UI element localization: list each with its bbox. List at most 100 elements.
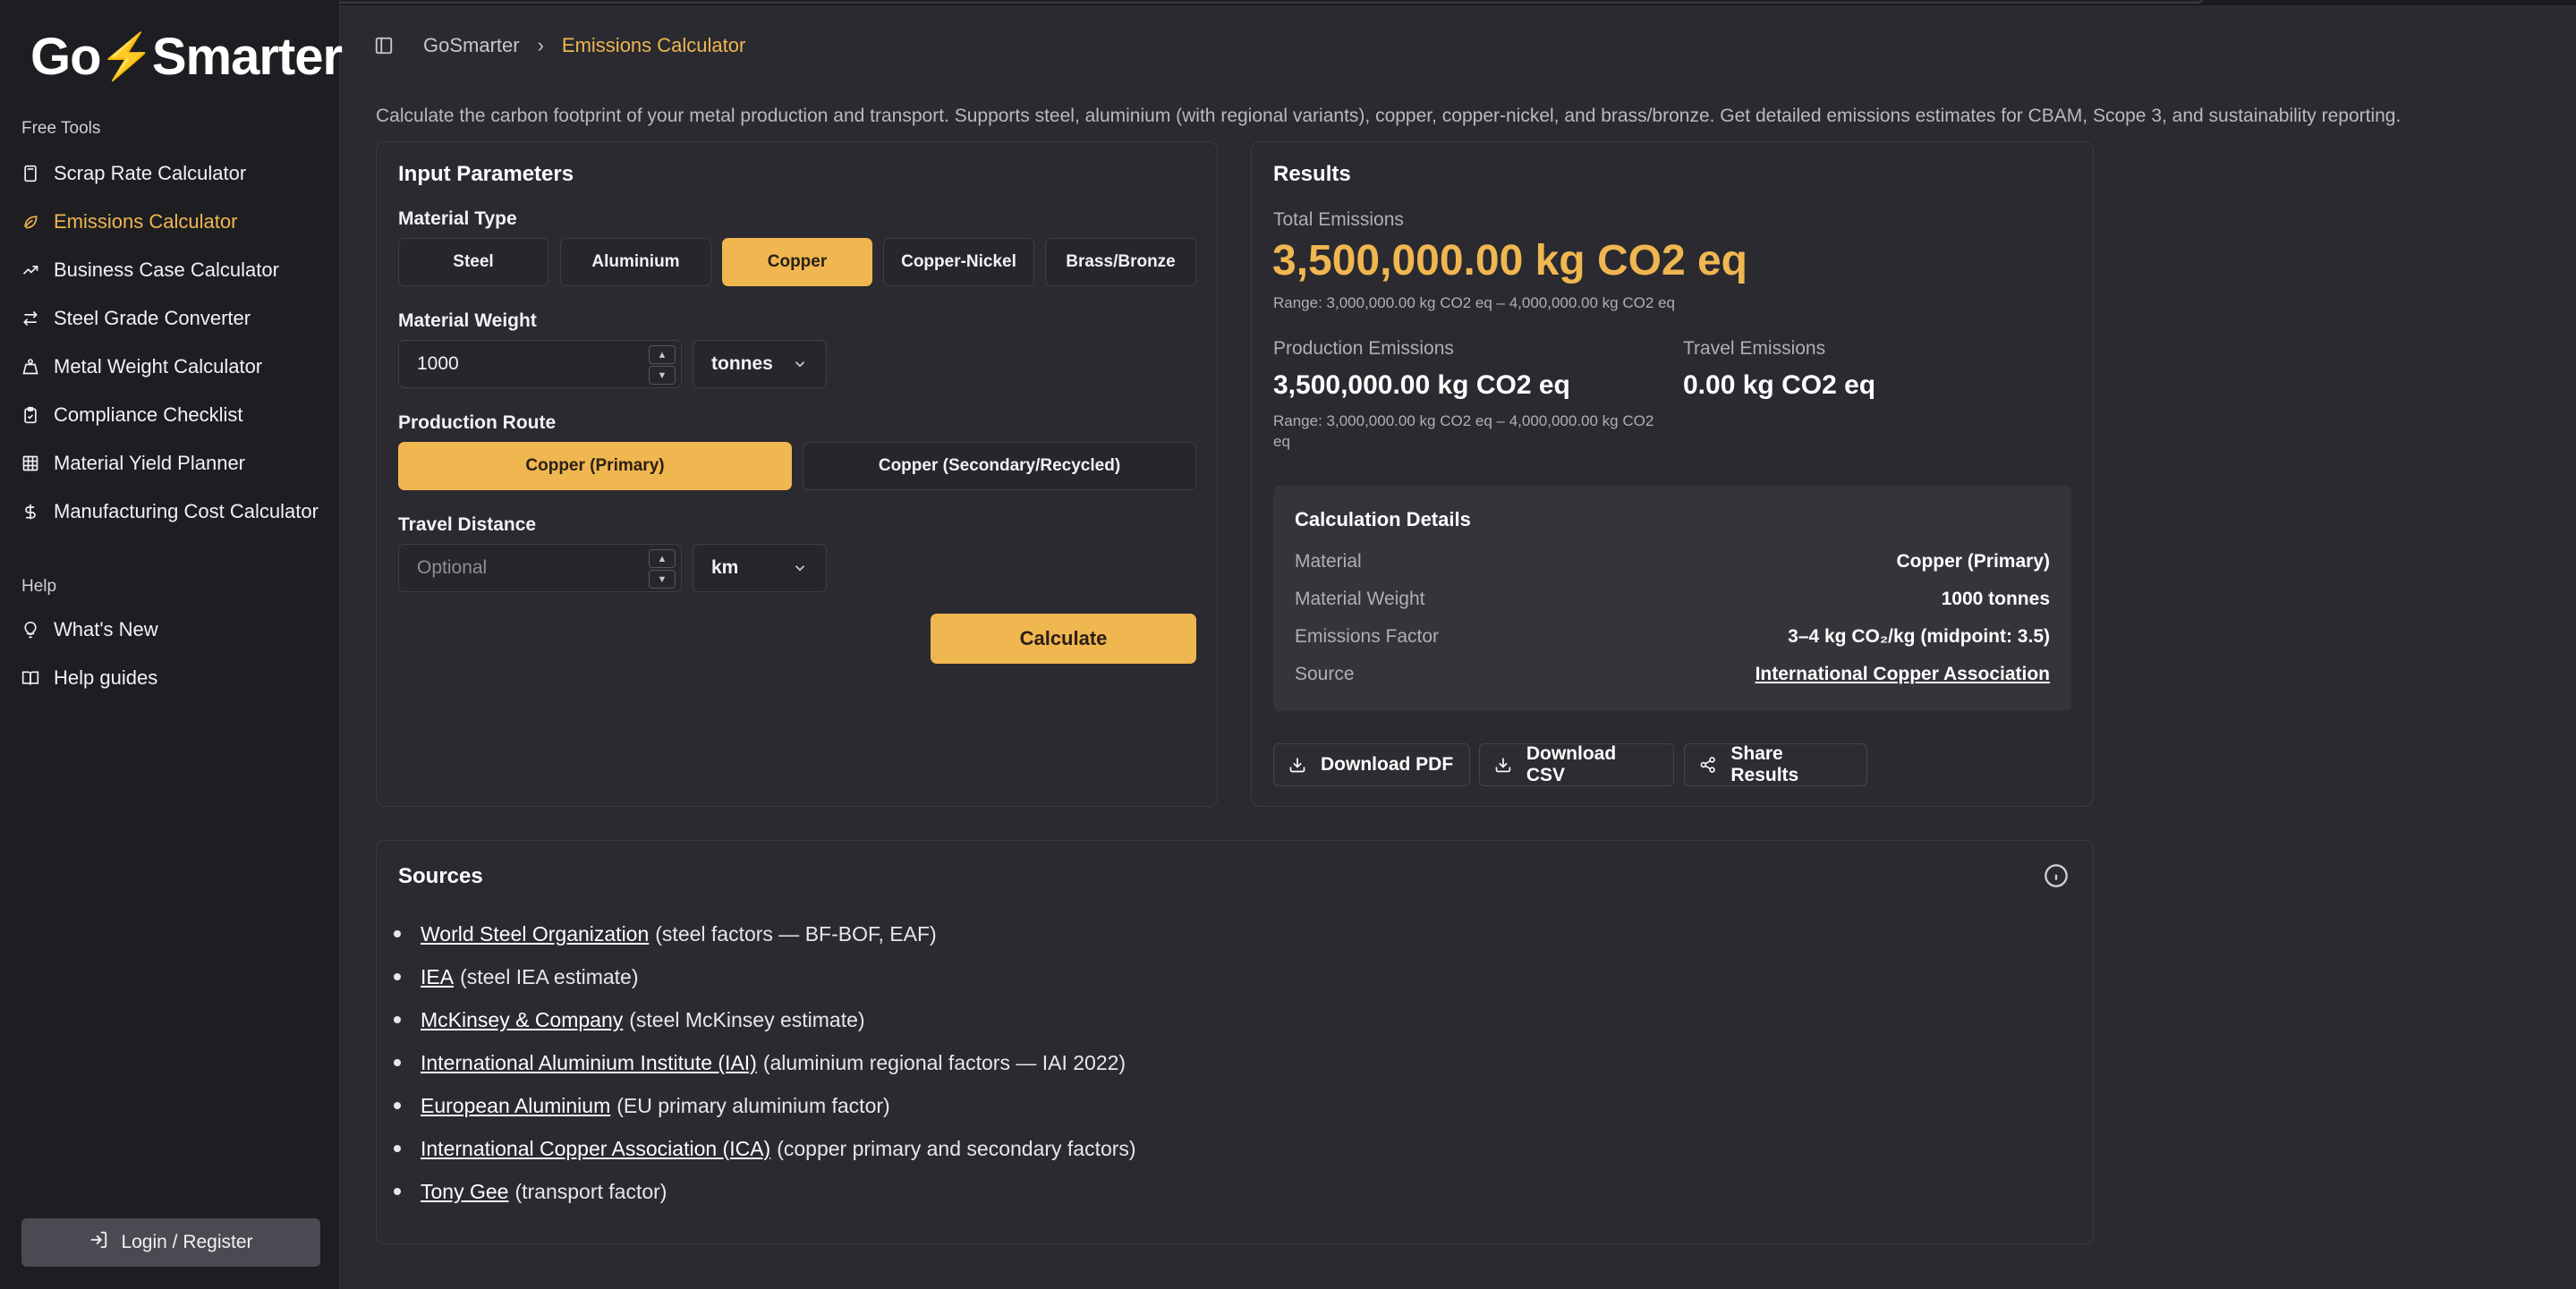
source-link[interactable]: World Steel Organization [421,922,649,946]
chevron-up-icon[interactable]: ▲ [649,345,676,364]
material-type-label: Material Type [398,208,517,229]
sidebar-toggle-icon[interactable] [374,36,394,55]
sources-title: Sources [398,864,483,888]
share-results-button[interactable]: Share Results [1684,743,1867,786]
distance-stepper[interactable]: ▲ ▼ [649,549,676,589]
sidebar-item-whats-new[interactable]: What's New [21,610,322,649]
detail-key: Emissions Factor [1295,626,1440,647]
calculator-icon [21,165,39,182]
source-link[interactable]: IEA [421,965,454,989]
download-csv-button[interactable]: Download CSV [1479,743,1674,786]
source-link[interactable]: McKinsey & Company [421,1008,623,1032]
grid-icon [21,454,39,472]
logo-text-left: Go [30,27,102,86]
material-copper-button[interactable]: Copper [722,238,872,286]
detail-key: Material Weight [1295,589,1425,609]
login-register-label: Login / Register [121,1232,253,1252]
sidebar-item-manufacturing-cost[interactable]: Manufacturing Cost Calculator [21,492,322,531]
total-emissions-label: Total Emissions [1273,209,1404,230]
source-link[interactable]: International Aluminium Institute (IAI) [421,1051,757,1075]
detail-row-factor: Emissions Factor 3–4 kg CO₂/kg (midpoint… [1295,626,2050,648]
sidebar-item-business-case[interactable]: Business Case Calculator [21,250,322,290]
share-icon [1700,757,1715,773]
detail-row-source: Source International Copper Association [1295,664,2050,685]
list-item: McKinsey & Company (steel McKinsey estima… [394,998,1136,1041]
chevron-down-icon[interactable]: ▼ [649,570,676,589]
book-open-icon [21,669,39,687]
material-aluminium-button[interactable]: Aluminium [560,238,711,286]
source-note: (transport factor) [514,1179,667,1203]
sidebar-item-compliance[interactable]: Compliance Checklist [21,395,322,435]
input-parameters-title: Input Parameters [398,162,574,186]
material-copper-nickel-button[interactable]: Copper-Nickel [883,238,1034,286]
sidebar-item-help-guides[interactable]: Help guides [21,658,322,698]
material-weight-input[interactable]: 1000 ▲ ▼ [398,340,682,388]
travel-distance-placeholder: Optional [417,557,488,578]
sidebar-item-label: Material Yield Planner [54,452,246,474]
production-emissions-range: Range: 3,000,000.00 kg CO2 eq – 4,000,00… [1273,412,1654,429]
browser-top-edge [0,0,2576,5]
sidebar: Go ⚡ Smarter Free Tools Scrap Rate Calcula… [0,0,343,1289]
share-results-label: Share Results [1730,743,1799,785]
distance-unit-value: km [711,557,739,578]
source-link[interactable]: International Copper Association (ICA) [421,1137,770,1161]
download-icon [1495,758,1511,773]
logo[interactable]: Go ⚡ Smarter [30,25,343,88]
login-register-button[interactable]: Login / Register [21,1218,320,1267]
clipboard-check-icon [21,406,39,424]
source-link[interactable]: International Copper Association [1756,664,2050,685]
address-bar-edge [106,0,2204,4]
chevron-right-icon: › [537,34,544,56]
sidebar-item-scrap-rate[interactable]: Scrap Rate Calculator [21,154,322,193]
chevron-up-icon[interactable]: ▲ [649,549,676,568]
source-note: (EU primary aluminium factor) [616,1093,890,1117]
dollar-icon [21,503,39,521]
list-item: European Aluminium (EU primary aluminium … [394,1084,1136,1127]
breadcrumb-home[interactable]: GoSmarter [423,34,520,57]
total-emissions-value: 3,500,000.00 kg CO2 eq [1272,237,1747,284]
sidebar-item-yield-planner[interactable]: Material Yield Planner [21,444,322,483]
detail-value: 1000 tonnes [1941,589,2050,609]
material-brass-bronze-button[interactable]: Brass/Bronze [1045,238,1196,286]
route-secondary-button[interactable]: Copper (Secondary/Recycled) [803,442,1196,490]
arrows-swap-icon [21,310,39,327]
sidebar-item-label: Business Case Calculator [54,259,279,281]
sidebar-item-label: Scrap Rate Calculator [54,162,247,184]
sidebar-item-steel-grade[interactable]: Steel Grade Converter [21,299,322,338]
travel-emissions-label: Travel Emissions [1683,338,1826,359]
weight-icon [21,358,39,376]
login-icon [89,1230,108,1255]
production-route-label: Production Route [398,412,557,433]
sidebar-item-label: Manufacturing Cost Calculator [54,500,319,522]
info-icon[interactable] [2044,863,2069,888]
download-pdf-label: Download PDF [1321,754,1454,775]
total-emissions-range: Range: 3,000,000.00 kg CO2 eq – 4,000,00… [1273,294,1675,311]
list-item: Tony Gee (transport factor) [394,1170,1136,1213]
source-link[interactable]: Tony Gee [421,1180,508,1204]
weight-stepper[interactable]: ▲ ▼ [649,345,676,385]
sidebar-item-label: Steel Grade Converter [54,307,251,329]
source-link[interactable]: European Aluminium [421,1094,610,1118]
material-steel-button[interactable]: Steel [398,238,548,286]
source-note: (steel McKinsey estimate) [629,1007,865,1031]
calculate-button[interactable]: Calculate [931,614,1196,664]
free-tools-heading: Free Tools [21,119,101,138]
download-pdf-button[interactable]: Download PDF [1273,743,1470,786]
sidebar-item-metal-weight[interactable]: Metal Weight Calculator [21,347,322,386]
bolt-icon: ⚡ [98,30,155,81]
sidebar-item-label: Compliance Checklist [54,403,243,426]
travel-distance-input[interactable]: Optional ▲ ▼ [398,544,682,592]
source-note: (steel IEA estimate) [460,964,639,988]
route-primary-button[interactable]: Copper (Primary) [398,442,792,490]
sidebar-item-emissions[interactable]: Emissions Calculator [21,202,322,242]
breadcrumb: GoSmarter › Emissions Calculator [423,34,745,57]
page-description: Calculate the carbon footprint of your m… [376,106,2402,126]
sidebar-item-label: Help guides [54,666,158,689]
chevron-down-icon[interactable]: ▼ [649,366,676,385]
distance-unit-select[interactable]: km [693,544,827,592]
material-weight-label: Material Weight [398,310,537,331]
detail-value: 3–4 kg CO₂/kg (midpoint: 3.5) [1788,626,2050,647]
weight-unit-select[interactable]: tonnes [693,340,827,388]
download-icon [1289,758,1305,773]
travel-emissions-value: 0.00 kg CO2 eq [1683,370,1876,400]
